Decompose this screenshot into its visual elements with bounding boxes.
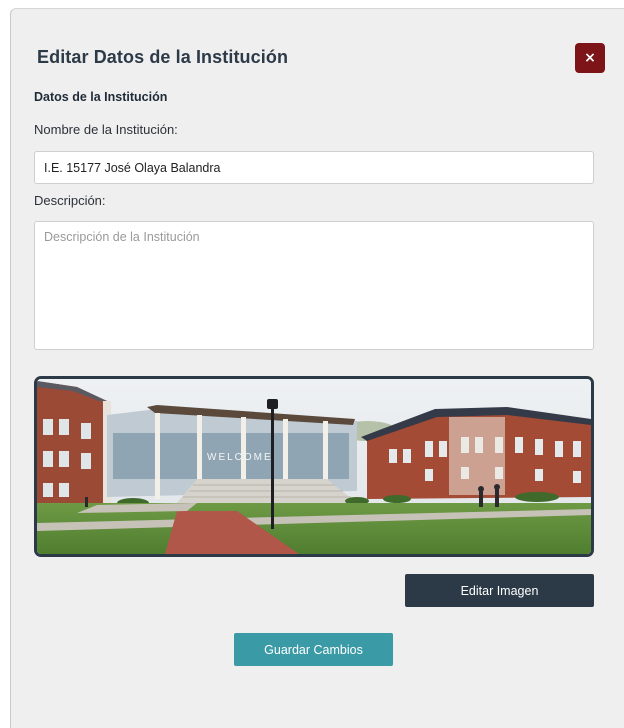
campus-photo: WELCOME [37,379,591,554]
edit-institution-modal: Editar Datos de la Institución × [10,8,624,728]
section-title: Datos de la Institución [34,90,168,104]
institution-image: WELCOME [34,376,594,557]
close-button[interactable]: × [575,43,605,73]
institution-name-label: Nombre de la Institución: [34,122,178,137]
institution-name-input[interactable] [34,151,594,184]
close-icon: × [584,50,596,66]
description-textarea[interactable] [34,221,594,350]
save-changes-button[interactable]: Guardar Cambios [234,633,393,666]
edit-image-button[interactable]: Editar Imagen [405,574,594,607]
modal-title: Editar Datos de la Institución [37,47,289,67]
description-label: Descripción: [34,193,106,208]
building-sign: WELCOME [207,452,273,463]
